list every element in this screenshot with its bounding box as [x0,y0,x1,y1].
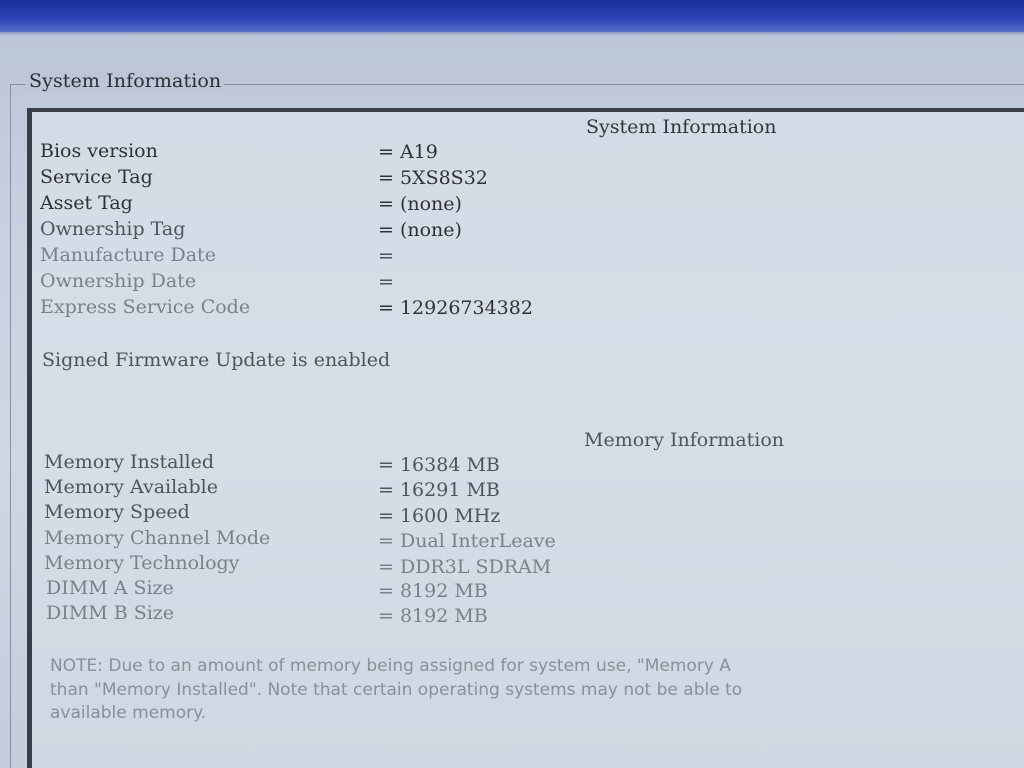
memory-technology-label: Memory Technology [44,552,240,574]
manufacture-date-label: Manufacture Date [40,244,216,266]
manufacture-date-value: = [378,245,394,267]
title-bar-shadow [0,32,1024,36]
memory-channel-mode-label: Memory Channel Mode [44,527,271,549]
memory-available-label: Memory Available [44,476,218,498]
dimm-a-size-value: = 8192 MB [378,580,488,602]
memory-note-line-2: than "Memory Installed". Note that certa… [50,680,743,700]
express-service-code-value: = 12926734382 [378,297,533,319]
bios-version-value: = A19 [378,141,438,163]
memory-available-value: = 16291 MB [378,479,500,501]
dimm-a-size-label: DIMM A Size [46,577,174,599]
bios-version-label: Bios version [40,140,158,162]
memory-channel-mode-value: = Dual InterLeave [378,530,556,552]
memory-installed-value: = 16384 MB [378,454,500,476]
service-tag-label: Service Tag [40,166,153,188]
memory-speed-value: = 1600 MHz [378,505,501,527]
dimm-b-size-label: DIMM B Size [46,602,175,624]
group-box-title: System Information [26,70,225,92]
asset-tag-label: Asset Tag [40,192,133,214]
system-information-heading: System Information [586,116,777,138]
ownership-tag-label: Ownership Tag [40,218,186,240]
memory-information-heading: Memory Information [584,429,785,451]
title-bar [0,0,1024,32]
ownership-date-label: Ownership Date [40,270,197,292]
ownership-date-value: = [378,271,394,293]
dimm-b-size-value: = 8192 MB [378,605,488,627]
memory-technology-value: = DDR3L SDRAM [378,556,552,578]
signed-firmware-status: Signed Firmware Update is enabled [42,349,391,371]
memory-speed-label: Memory Speed [44,501,190,523]
express-service-code-label: Express Service Code [40,296,251,318]
asset-tag-value: = (none) [378,193,462,215]
memory-note-line-1: NOTE: Due to an amount of memory being a… [50,656,731,676]
memory-note-line-3: available memory. [50,703,207,723]
ownership-tag-value: = (none) [378,219,462,241]
service-tag-value: = 5XS8S32 [378,167,488,189]
memory-installed-label: Memory Installed [44,451,215,473]
